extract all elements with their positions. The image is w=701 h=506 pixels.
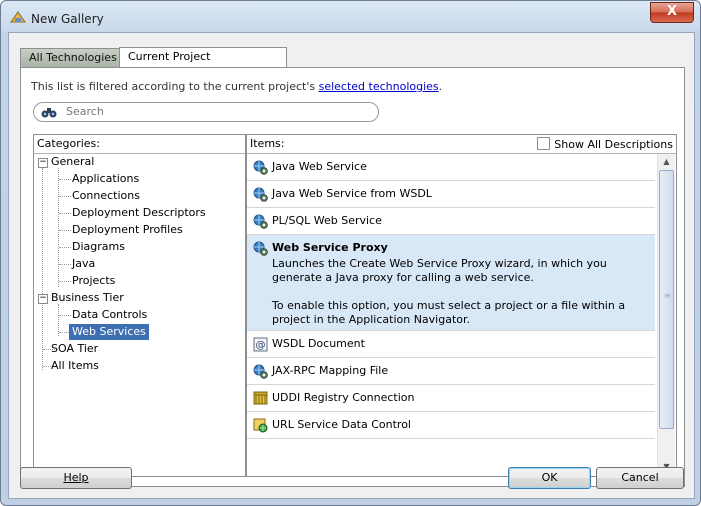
tree-item-java[interactable]: Java (72, 256, 95, 272)
filter-note: This list is filtered according to the c… (31, 80, 442, 93)
dialog-content: All Technologies Current Project Technol… (8, 32, 695, 499)
tree-item-diagrams[interactable]: Diagrams (72, 239, 125, 255)
tree-line (59, 264, 71, 265)
scroll-up-arrow-icon[interactable]: ▲ (658, 154, 675, 170)
tab-all-technologies[interactable]: All Technologies (20, 48, 128, 67)
collapse-business-tier-icon[interactable]: − (38, 294, 48, 304)
globe-gear-icon (253, 241, 268, 256)
list-item-web-service-proxy[interactable]: Web Service Proxy Launches the Create We… (247, 235, 655, 331)
list-item-url-service-data-control[interactable]: URL Service Data Control (247, 412, 655, 439)
tree-line (59, 315, 71, 316)
items-header: Items: Show All Descriptions (247, 135, 676, 154)
description-paragraph: Launches the Create Web Service Proxy wi… (272, 257, 607, 284)
ok-button[interactable]: OK (508, 467, 591, 489)
tree-item-connections[interactable]: Connections (72, 188, 140, 204)
item-label: WSDL Document (272, 337, 365, 350)
categories-header: Categories: (34, 135, 245, 154)
search-box[interactable] (33, 102, 379, 122)
tab-panel: This list is filtered according to the c… (20, 67, 685, 487)
tree-line (59, 281, 71, 282)
item-description: Launches the Create Web Service Proxy wi… (272, 257, 647, 327)
categories-pane: Categories: − General Applications Conne… (33, 134, 246, 477)
tree-item-data-controls[interactable]: Data Controls (72, 307, 147, 323)
filter-note-text: This list is filtered according to the c… (31, 80, 319, 93)
item-label: Java Web Service from WSDL (272, 187, 432, 200)
item-label: Web Service Proxy (272, 241, 388, 254)
show-all-descriptions-label: Show All Descriptions (554, 138, 673, 151)
tree-line (59, 196, 71, 197)
list-item-java-web-service-from-wsdl[interactable]: Java Web Service from WSDL (247, 181, 655, 208)
tree-item-applications[interactable]: Applications (72, 171, 139, 187)
tab-current-project-technologies[interactable]: Current Project Technologies (119, 47, 287, 81)
description-paragraph: To enable this option, you must select a… (272, 299, 626, 326)
list-item-plsql-web-service[interactable]: PL/SQL Web Service (247, 208, 655, 235)
show-all-descriptions-checkbox[interactable]: Show All Descriptions (537, 137, 673, 151)
selected-technologies-link[interactable]: selected technologies (319, 80, 439, 93)
tree-item-deployment-profiles[interactable]: Deployment Profiles (72, 222, 183, 238)
search-input[interactable] (66, 104, 366, 119)
globe-gear-icon (253, 187, 268, 202)
item-label: UDDI Registry Connection (272, 391, 415, 404)
list-item-jax-rpc-mapping-file[interactable]: JAX-RPC Mapping File (247, 358, 655, 385)
items-label: Items: (250, 137, 285, 150)
svg-text:@: @ (256, 340, 266, 351)
item-label: PL/SQL Web Service (272, 214, 382, 227)
filter-note-suffix: . (438, 80, 443, 93)
tree-item-all-items[interactable]: All Items (51, 358, 99, 374)
tree-item-business-tier[interactable]: Business Tier (51, 290, 124, 306)
items-scrollbar[interactable]: ▲ ≡ ▼ (657, 154, 675, 475)
tree-item-projects[interactable]: Projects (72, 273, 115, 289)
items-list: Java Web Service Java Web Service from W… (247, 154, 657, 475)
ok-label: OK (541, 471, 558, 484)
globe-gear-icon (253, 364, 268, 379)
list-item-uddi-registry-connection[interactable]: UDDI Registry Connection (247, 385, 655, 412)
title-bar[interactable]: New Gallery X (1, 1, 700, 33)
item-label: Java Web Service (272, 160, 367, 173)
globe-gear-icon (253, 160, 268, 175)
globe-gear-icon (253, 214, 268, 229)
tree-line (59, 247, 71, 248)
list-item-wsdl-document[interactable]: @ WSDL Document (247, 331, 655, 358)
tree-line (58, 168, 59, 287)
scroll-thumb[interactable]: ≡ (659, 170, 674, 429)
gallery-app-icon (10, 11, 26, 23)
categories-label: Categories: (37, 137, 100, 150)
items-pane: Items: Show All Descriptions Java Web Se… (246, 134, 677, 477)
binoculars-search-icon (41, 108, 57, 118)
tree-line (42, 168, 43, 370)
window-title: New Gallery (31, 12, 104, 26)
cancel-label: Cancel (621, 471, 659, 484)
tree-item-deployment-descriptors[interactable]: Deployment Descriptors (72, 205, 206, 221)
uddi-registry-icon (253, 391, 268, 405)
checkbox-box[interactable] (537, 137, 551, 150)
tree-line (59, 230, 71, 231)
help-button[interactable]: Help (20, 467, 132, 489)
list-item-java-web-service[interactable]: Java Web Service (247, 154, 655, 181)
item-label: JAX-RPC Mapping File (272, 364, 389, 377)
tree-item-general[interactable]: General (51, 154, 94, 170)
item-label: URL Service Data Control (272, 418, 411, 431)
tree-line (59, 179, 71, 180)
tree-line (59, 213, 71, 214)
new-gallery-dialog: New Gallery X All Technologies Current P… (0, 0, 701, 506)
url-data-control-icon (253, 418, 268, 433)
wsdl-doc-icon: @ (253, 337, 268, 352)
scroll-grip-icon: ≡ (664, 291, 671, 300)
tree-item-web-services[interactable]: Web Services (69, 324, 149, 340)
collapse-general-icon[interactable]: − (38, 158, 48, 168)
help-label: Help (63, 471, 89, 484)
close-button[interactable]: X (650, 2, 694, 23)
tree-item-soa-tier[interactable]: SOA Tier (51, 341, 98, 357)
cancel-button[interactable]: Cancel (596, 467, 684, 489)
